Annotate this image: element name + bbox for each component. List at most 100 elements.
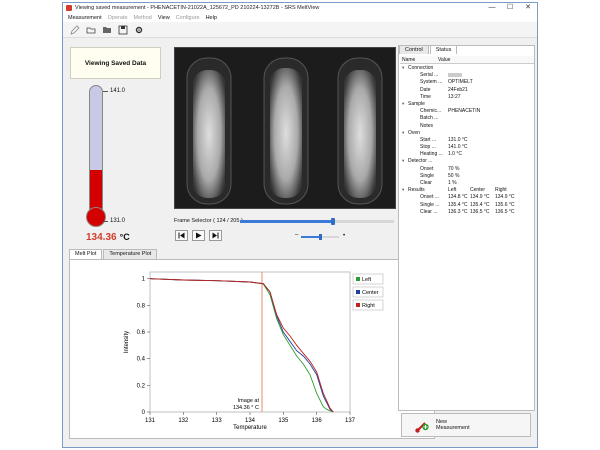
- menu-method[interactable]: Method: [134, 15, 152, 21]
- y-axis-label: Intensity: [124, 331, 130, 353]
- tree-property-row: Notes: [400, 123, 534, 130]
- frame-slider-fill: [240, 220, 334, 223]
- property-name: Time: [420, 93, 431, 100]
- tab-temperature-plot[interactable]: Temperature Plot: [103, 249, 158, 259]
- tree-property-row: Time 13:27: [400, 94, 534, 101]
- property-grid-header: Name Value: [400, 56, 534, 64]
- legend-label-left: Left: [362, 277, 372, 283]
- slower-icon: –: [295, 232, 299, 238]
- property-value: 70 %: [448, 165, 460, 172]
- property-value: 50 %: [448, 172, 460, 179]
- tree-section-row[interactable]: ▾ Oven: [400, 130, 534, 137]
- collapse-arrow-icon: ▾: [402, 65, 405, 70]
- result-center: 136.5 °C: [470, 208, 490, 215]
- plot-area: Melt Plot Temperature Plot 131 132 133 134 1…: [69, 249, 435, 439]
- legend-swatch-center: [356, 290, 360, 294]
- legend-label-center: Center: [362, 290, 379, 296]
- new-measurement-line2: Measurement: [436, 425, 470, 431]
- play-button[interactable]: [192, 230, 205, 241]
- plot-frame: [149, 271, 351, 413]
- tree-section-row[interactable]: ▾ Sample: [400, 101, 534, 108]
- property-value: 24Feb21: [448, 86, 468, 93]
- menu-operate[interactable]: Operate: [108, 15, 128, 21]
- y-tick-label: 0.6: [137, 330, 146, 336]
- property-name: Clear: [420, 180, 432, 186]
- speed-slider-thumb[interactable]: [318, 234, 322, 240]
- marker-annotation-line2: 134.36 ° C: [233, 405, 259, 411]
- menu-bar: Measurement Operate Method View Configur…: [63, 13, 537, 22]
- window-title: Viewing saved measurement - PHENACETIN-2…: [75, 5, 320, 11]
- menu-measurement[interactable]: Measurement: [68, 15, 102, 21]
- result-left: 134.8 °C: [448, 194, 468, 201]
- tree-section-row[interactable]: ▾ Detector ...: [400, 158, 534, 165]
- speed-slider-fill: [301, 236, 320, 238]
- folder-icon[interactable]: [101, 24, 113, 36]
- tab-control[interactable]: Control: [399, 45, 429, 54]
- x-tick-label: 137: [345, 418, 356, 424]
- app-icon: [66, 5, 72, 11]
- new-measurement-button[interactable]: New Measurement: [401, 413, 531, 437]
- open-folder-icon[interactable]: [85, 24, 97, 36]
- collapse-arrow-icon: ▾: [402, 158, 405, 164]
- property-name: System ...: [420, 79, 443, 86]
- temperature-panel: Viewing Saved Data 141.0 131.0 134.36 °C: [65, 41, 166, 249]
- tree-property-row: Clear 1 %: [400, 180, 534, 187]
- temperature-unit: °C: [119, 232, 130, 242]
- thermo-bottom-tick: [103, 221, 108, 222]
- y-tick-label: 0.2: [137, 383, 146, 389]
- x-axis-label: Temperature: [233, 425, 267, 431]
- result-left: 135.4 °C: [448, 201, 468, 208]
- pencil-icon[interactable]: [69, 24, 81, 36]
- maximize-button[interactable]: ☐: [501, 3, 519, 13]
- property-name: Heating ...: [420, 151, 443, 158]
- thermometer-plus-icon: [415, 422, 429, 433]
- y-tick-label: 0: [142, 410, 146, 416]
- close-button[interactable]: ✕: [519, 3, 537, 13]
- toolbar: [63, 22, 537, 38]
- thermometer: [89, 85, 103, 215]
- property-tree: ▾ Connection Serial ... System ... OPTIMELT D…: [400, 65, 534, 216]
- results-column-left: Left: [448, 187, 457, 194]
- result-name: Clear ...: [420, 208, 438, 215]
- save-icon[interactable]: [117, 24, 129, 36]
- result-right: 135.6 °C: [495, 201, 515, 208]
- result-name: Single ...: [420, 201, 440, 208]
- x-tick-label: 136: [312, 418, 323, 424]
- legend-swatch-right: [356, 303, 360, 307]
- speed-slider[interactable]: [301, 234, 339, 240]
- tab-status[interactable]: Status: [429, 45, 458, 54]
- tab-melt-plot[interactable]: Melt Plot: [69, 249, 103, 259]
- menu-configure[interactable]: Configure: [176, 15, 200, 21]
- section-title: Detector ...: [408, 158, 433, 165]
- property-name: Date: [420, 86, 431, 93]
- section-title: Connection: [408, 65, 434, 71]
- melt-plot-panel: 131 132 133 134 135 136 137 0 0.2 0.4 0.6 0.8 1 Tempe…: [69, 259, 435, 439]
- capillary-tube-center: [263, 57, 309, 205]
- minimize-button[interactable]: —: [483, 3, 501, 13]
- tree-section-row[interactable]: ▾ Results Left Center Right: [400, 187, 534, 194]
- menu-view[interactable]: View: [158, 15, 170, 21]
- section-title: Oven: [408, 129, 420, 136]
- menu-help[interactable]: Help: [206, 15, 217, 21]
- legend-swatch-left: [356, 277, 360, 281]
- thermo-bottom-label: 131.0: [110, 218, 126, 224]
- tree-property-row: Date 24Feb21: [400, 87, 534, 94]
- frame-slider[interactable]: [240, 218, 394, 225]
- y-tick-label: 0.8: [137, 303, 146, 309]
- property-value: 141.0 °C: [448, 144, 468, 151]
- property-value: OPTIMELT: [448, 79, 473, 86]
- legend-label-right: Right: [362, 303, 375, 309]
- x-tick-label: 133: [212, 418, 223, 424]
- skip-back-button[interactable]: [175, 230, 188, 241]
- settings-icon[interactable]: [133, 24, 145, 36]
- thermo-top-tick: [103, 91, 108, 92]
- tree-section-row[interactable]: ▾ Connection: [400, 65, 534, 72]
- result-center: 134.9 °C: [470, 194, 490, 201]
- results-column-center: Center: [470, 187, 486, 194]
- x-tick-label: 131: [145, 418, 156, 424]
- skip-forward-button[interactable]: [209, 230, 222, 241]
- x-tick-label: 135: [278, 418, 289, 424]
- results-row: Clear ... 136.3 °C 136.5 °C 136.5 °C: [400, 209, 534, 216]
- property-value: 1.0 °C: [448, 151, 462, 158]
- frame-slider-thumb[interactable]: [331, 218, 336, 225]
